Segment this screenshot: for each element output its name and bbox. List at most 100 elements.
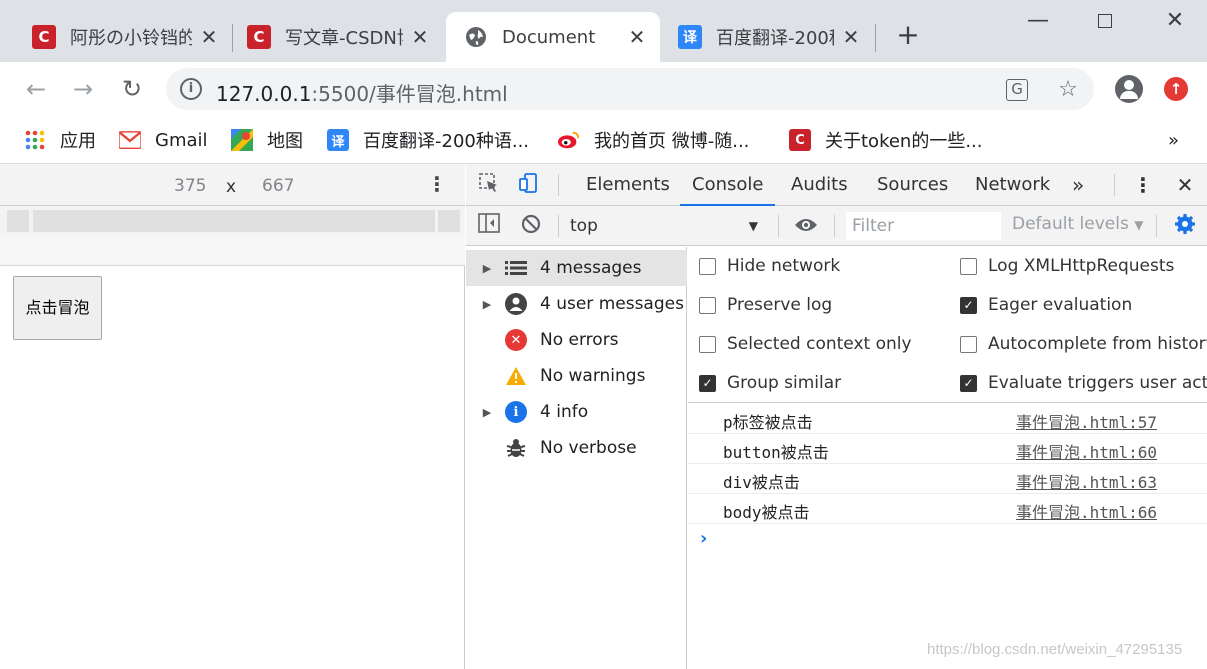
checkbox-checked[interactable]: ✓ bbox=[699, 374, 716, 392]
tab-elements[interactable]: Elements bbox=[574, 164, 682, 206]
clear-console-icon[interactable] bbox=[518, 213, 544, 239]
window-close-button[interactable]: ✕ bbox=[1155, 6, 1195, 36]
bookmark-gmail[interactable]: Gmail bbox=[119, 125, 208, 155]
maximize-button[interactable] bbox=[1085, 6, 1125, 36]
sidebar-item-warnings[interactable]: No warnings bbox=[466, 358, 687, 394]
source-link[interactable]: 事件冒泡.html:57 bbox=[1016, 409, 1157, 433]
tab-document[interactable]: Document ✕ bbox=[446, 12, 660, 62]
option-label: Evaluate triggers user activa bbox=[988, 373, 1207, 393]
url-path: :5500/事件冒泡.html bbox=[311, 82, 508, 106]
tab-network[interactable]: Network bbox=[963, 164, 1062, 206]
sidebar-toggle-icon[interactable] bbox=[476, 213, 502, 239]
sidebar-item-errors[interactable]: ✕ No errors bbox=[466, 322, 687, 358]
update-icon[interactable]: ↑ bbox=[1164, 77, 1188, 101]
option-eager-evaluation[interactable]: ✓ Eager evaluation bbox=[960, 293, 1132, 317]
console-message: button被点击 事件冒泡.html:60 bbox=[688, 434, 1207, 464]
bookmark-weibo[interactable]: 我的首页 微博-随... bbox=[558, 125, 749, 155]
tab-audits[interactable]: Audits bbox=[779, 164, 860, 206]
sidebar-item-label: 4 info bbox=[540, 402, 589, 422]
bookmark-csdn-token[interactable]: C 关于token的一些... bbox=[789, 125, 983, 155]
bookmark-baidu-translate[interactable]: 译 百度翻译-200种语... bbox=[327, 125, 529, 155]
device-more-options-icon[interactable]: ⋮ bbox=[427, 172, 447, 196]
option-hide-network[interactable]: Hide network bbox=[699, 254, 840, 278]
expand-arrow-icon[interactable]: ▶ bbox=[476, 262, 498, 275]
console-filter-input[interactable] bbox=[846, 212, 1001, 240]
log-levels-dropdown[interactable]: Default levels ▼ bbox=[1012, 214, 1143, 234]
tab-sources[interactable]: Sources bbox=[865, 164, 960, 206]
close-icon[interactable]: ✕ bbox=[842, 25, 860, 49]
close-icon[interactable]: ✕ bbox=[200, 25, 218, 49]
checkbox[interactable] bbox=[699, 257, 716, 275]
minimize-button[interactable]: — bbox=[1018, 6, 1058, 36]
dimension-times: x bbox=[226, 177, 237, 197]
source-link[interactable]: 事件冒泡.html:60 bbox=[1016, 439, 1157, 463]
bug-icon bbox=[505, 437, 527, 459]
option-autocomplete-history[interactable]: Autocomplete from history bbox=[960, 332, 1207, 356]
media-query-segment[interactable] bbox=[438, 210, 460, 232]
console-message: p标签被点击 事件冒泡.html:57 bbox=[688, 404, 1207, 434]
back-arrow-icon[interactable]: ← bbox=[20, 74, 52, 106]
source-link[interactable]: 事件冒泡.html:66 bbox=[1016, 499, 1157, 523]
checkbox[interactable] bbox=[699, 335, 716, 353]
csdn-icon: C bbox=[789, 129, 811, 151]
tab-csdn-blog[interactable]: C 阿彤の小铃铛的 ✕ bbox=[14, 12, 232, 62]
option-label: Group similar bbox=[727, 373, 842, 393]
checkbox[interactable] bbox=[960, 257, 977, 275]
option-evaluate-triggers[interactable]: ✓ Evaluate triggers user activa bbox=[960, 371, 1207, 395]
console-settings-gear-icon[interactable] bbox=[1172, 213, 1198, 239]
bookmark-maps[interactable]: 地图 bbox=[231, 125, 303, 155]
media-query-segment[interactable] bbox=[7, 210, 29, 232]
forward-arrow-icon[interactable]: → bbox=[67, 74, 99, 106]
sidebar-item-user-messages[interactable]: ▶ 4 user messages bbox=[466, 286, 687, 322]
checkbox-checked[interactable]: ✓ bbox=[960, 374, 977, 392]
devtools-tab-bar: Elements Console Audits Sources Network … bbox=[466, 164, 1207, 206]
separator bbox=[778, 215, 779, 237]
tab-baidu-translate[interactable]: 译 百度翻译-200种 ✕ bbox=[660, 12, 874, 62]
checkbox[interactable] bbox=[699, 296, 716, 314]
reload-icon[interactable]: ↻ bbox=[116, 74, 148, 106]
url-text[interactable]: 127.0.0.1:5500/事件冒泡.html bbox=[216, 78, 508, 107]
tab-console[interactable]: Console bbox=[680, 164, 776, 206]
profile-avatar-icon[interactable] bbox=[1115, 75, 1143, 103]
media-query-segment[interactable] bbox=[33, 210, 435, 232]
expand-arrow-icon[interactable]: ▶ bbox=[476, 406, 498, 419]
site-info-icon[interactable]: i bbox=[180, 78, 202, 100]
device-height-input[interactable]: 667 bbox=[262, 176, 294, 196]
weibo-icon bbox=[558, 129, 580, 151]
device-width-input[interactable]: 375 bbox=[174, 176, 206, 196]
option-selected-context-only[interactable]: Selected context only bbox=[699, 332, 912, 356]
close-devtools-icon[interactable]: ✕ bbox=[1172, 172, 1198, 198]
tab-csdn-write[interactable]: C 写文章-CSDN博 ✕ bbox=[229, 12, 443, 62]
apps-grid-icon bbox=[24, 129, 46, 151]
option-log-xmlhttprequests[interactable]: Log XMLHttpRequests bbox=[960, 254, 1174, 278]
address-bar[interactable]: i 127.0.0.1:5500/事件冒泡.html G ☆ bbox=[166, 68, 1094, 110]
checkbox[interactable] bbox=[960, 335, 977, 353]
close-icon[interactable]: ✕ bbox=[628, 25, 646, 49]
option-preserve-log[interactable]: Preserve log bbox=[699, 293, 832, 317]
bookmarks-overflow-icon[interactable]: » bbox=[1168, 125, 1179, 155]
maps-icon bbox=[231, 129, 253, 151]
console-prompt-icon[interactable]: › bbox=[700, 528, 707, 549]
context-selector[interactable]: top ▼ bbox=[570, 214, 766, 240]
inspect-element-icon[interactable] bbox=[476, 172, 502, 198]
source-link[interactable]: 事件冒泡.html:63 bbox=[1016, 469, 1157, 493]
watermark: https://blog.csdn.net/weixin_47295135 bbox=[927, 641, 1183, 658]
close-icon[interactable]: ✕ bbox=[411, 25, 429, 49]
expand-arrow-icon[interactable]: ▶ bbox=[476, 298, 498, 311]
devtools-menu-icon[interactable]: ⋮ bbox=[1130, 172, 1156, 198]
sidebar-item-info[interactable]: ▶ i 4 info bbox=[466, 394, 687, 430]
more-tabs-icon[interactable]: » bbox=[1060, 164, 1096, 206]
bubble-click-button[interactable]: 点击冒泡 bbox=[13, 276, 102, 340]
bookmark-apps[interactable]: 应用 bbox=[24, 125, 96, 155]
sidebar-item-messages[interactable]: ▶ 4 messages bbox=[466, 250, 687, 286]
tab-title: Document bbox=[502, 26, 596, 48]
translate-icon[interactable]: G bbox=[1006, 79, 1028, 101]
device-toolbar-icon[interactable] bbox=[516, 172, 542, 198]
checkbox-checked[interactable]: ✓ bbox=[960, 296, 977, 314]
new-tab-button[interactable]: + bbox=[888, 20, 928, 50]
console-message: body被点击 事件冒泡.html:66 bbox=[688, 494, 1207, 524]
option-group-similar[interactable]: ✓ Group similar bbox=[699, 371, 841, 395]
sidebar-item-verbose[interactable]: No verbose bbox=[466, 430, 687, 466]
bookmark-star-icon[interactable]: ☆ bbox=[1055, 77, 1081, 103]
live-expression-eye-icon[interactable] bbox=[793, 213, 819, 239]
